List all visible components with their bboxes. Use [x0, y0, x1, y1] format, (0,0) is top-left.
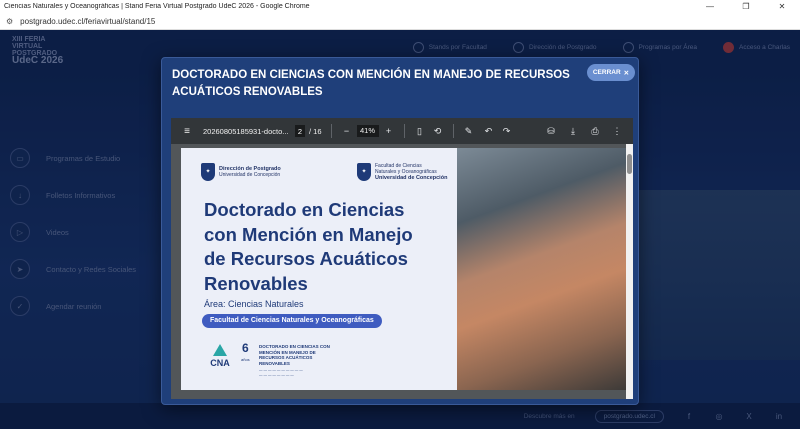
accreditation-text: DOCTORADO EN CIENCIAS CON MENCIÓN EN MAN…	[259, 344, 330, 377]
page-number-input[interactable]	[295, 125, 305, 137]
fit-page-icon[interactable]: ▯	[414, 126, 426, 137]
draw-icon[interactable]: ✎	[463, 126, 475, 137]
udec-shield-icon: ✦	[201, 163, 215, 181]
faculty-badge: Facultad de Ciencias Naturales y Oceanog…	[202, 314, 382, 328]
window-controls: — ❐ ✕	[692, 2, 800, 11]
pdf-scrollbar[interactable]	[626, 144, 633, 399]
zoom-in-button[interactable]: +	[383, 126, 395, 136]
scrollbar-thumb[interactable]	[627, 154, 632, 174]
brochure-area: Área: Ciencias Naturales	[204, 299, 304, 309]
save-drive-icon[interactable]: ⛁	[545, 126, 557, 137]
zoom-level[interactable]: 41%	[356, 125, 379, 137]
pdf-toolbar-right: ⛁ ⤓ ⎙ ⋮	[545, 118, 623, 144]
close-icon: ✕	[623, 69, 630, 77]
close-window-button[interactable]: ✕	[764, 2, 800, 11]
window-title: Ciencias Naturales y Oceanográficas | St…	[4, 3, 310, 10]
pdf-viewer: ≡ 20260805185931-docto... / 16 − 41% + ▯…	[171, 118, 633, 399]
print-icon[interactable]: ⎙	[589, 126, 601, 137]
menu-icon[interactable]: ≡	[181, 126, 193, 137]
undo-icon[interactable]: ↶	[483, 126, 495, 137]
window-titlebar: Ciencias Naturales y Oceanográficas | St…	[0, 0, 800, 13]
pdf-toolbar: ≡ 20260805185931-docto... / 16 − 41% + ▯…	[171, 118, 633, 144]
close-modal-button[interactable]: CERRAR ✕	[587, 64, 635, 81]
org-facultad: ✦ Facultad de Ciencias Naturales y Oceano…	[357, 163, 447, 181]
pdf-filename: 20260805185931-docto...	[203, 126, 289, 136]
fishing-boat-photo	[457, 148, 626, 390]
rotate-icon[interactable]: ⟲	[432, 126, 444, 137]
brochure-modal: DOCTORADO EN CIENCIAS CON MENCIÓN EN MAN…	[161, 57, 639, 405]
page-indicator: / 16	[295, 125, 322, 137]
zoom-out-button[interactable]: −	[341, 126, 353, 136]
brochure-cover: ✦ Dirección de Postgrado Universidad de C…	[181, 148, 459, 390]
cna-mark-icon	[213, 344, 227, 356]
pdf-page: ✦ Dirección de Postgrado Universidad de C…	[181, 148, 626, 390]
redo-icon[interactable]: ↷	[501, 126, 513, 137]
accreditation-years: 6 años	[241, 341, 250, 362]
minimize-button[interactable]: —	[692, 2, 728, 11]
maximize-button[interactable]: ❐	[728, 2, 764, 11]
cna-logo: CNA	[207, 344, 233, 372]
udec-shield-icon: ✦	[357, 163, 371, 181]
page-total: / 16	[309, 126, 322, 136]
more-options-icon[interactable]: ⋮	[611, 126, 623, 137]
modal-title: DOCTORADO EN CIENCIAS CON MENCIÓN EN MAN…	[172, 69, 570, 98]
download-icon[interactable]: ⤓	[567, 126, 579, 137]
site-info-icon[interactable]: ⚙	[6, 17, 13, 26]
org-direccion-postgrado: ✦ Dirección de Postgrado Universidad de C…	[201, 163, 281, 181]
brochure-title: Doctorado en Ciencias con Mención en Man…	[204, 199, 413, 294]
address-bar[interactable]: ⚙ postgrado.udec.cl/feriavirtual/stand/1…	[0, 13, 800, 30]
url-text[interactable]: postgrado.udec.cl/feriavirtual/stand/15	[20, 17, 155, 26]
